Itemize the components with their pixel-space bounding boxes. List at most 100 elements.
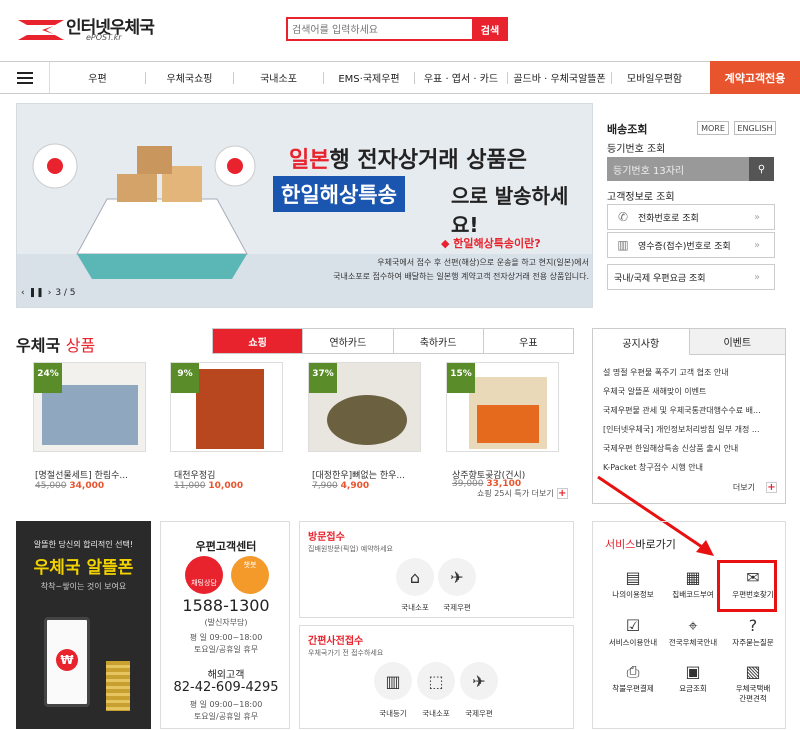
tracking-input[interactable]: 등기번호 13자리 (607, 157, 749, 181)
chevron-right-icon: » (754, 239, 761, 251)
discount-badge: 9% (171, 363, 199, 393)
won-icon: ₩ (56, 649, 78, 671)
box-icon[interactable]: ⬚ (417, 662, 455, 700)
tab-event[interactable]: 이벤트 (689, 329, 785, 355)
product-price: 45,000 34,000 (35, 481, 105, 491)
main-nav: 우편 우체국쇼핑 국내소포 EMS·국제우편 우표 · 엽서 · 카드 골드바 … (0, 61, 800, 94)
parcel-quote[interactable]: ▧ 우체국택배 간편견적 (723, 662, 783, 704)
parcel-icon: ▧ (745, 662, 761, 681)
coins-icon (106, 661, 130, 711)
chatbot-button[interactable]: 챗봇 (231, 556, 269, 594)
notice-item[interactable]: 국제우편 한일해상특송 신상품 출시 안내 (603, 443, 779, 462)
discount-badge: 37% (309, 363, 337, 393)
location-pin-icon: ⌖ (688, 616, 698, 635)
product-image[interactable]: 24% (33, 362, 146, 452)
customer-center: 우편고객센터 채팅상담 챗봇 1588-1300 (발신자부담) 평 일 09:… (160, 521, 290, 729)
product-image[interactable]: 15% (446, 362, 559, 452)
simple-preregister-panel: 간편사전접수 우체국가기 전 접수하세요 ▥ ⬚ ✈ 국내등기 국내소포 국제우… (299, 625, 574, 729)
epost-logo-icon[interactable] (16, 16, 66, 44)
nav-item-goldbar[interactable]: 골드바 · 우체국알뜰폰 (508, 62, 611, 93)
product-name[interactable]: [명절선물세트] 한림수... (35, 468, 147, 481)
banner-description: 우체국에서 접수 후 선편(해상)으로 운송을 하고 현지(일본)에서 국내소포로… (333, 258, 589, 281)
plus-icon: + (556, 487, 568, 499)
banner-highlight: 한일해상특송 (273, 176, 405, 212)
english-button[interactable]: ENGLISH (734, 121, 776, 135)
fee-lookup-button[interactable]: 국내/국제 우편요금 조회 » (607, 264, 775, 290)
notice-item[interactable]: 국제우편물 관세 및 우체국통관대행수수료 배... (603, 405, 779, 424)
search-box: 검색 (286, 17, 508, 41)
customer-info-label: 고객정보로 조회 (607, 192, 675, 203)
hamburger-menu-icon[interactable] (0, 62, 50, 93)
highlight-box (717, 560, 777, 612)
next-arrow-icon[interactable]: › (48, 288, 52, 298)
logo-subtitle: ePOST.kr (86, 33, 122, 42)
nav-item-stamps[interactable]: 우표 · 엽서 · 카드 (415, 62, 507, 93)
airplane-icon[interactable]: ✈ (438, 558, 476, 596)
product-image[interactable]: 9% (170, 362, 283, 452)
intl-phone: 82-42-609-4295 (173, 680, 279, 695)
calculator-icon: ▣ (685, 662, 701, 681)
nav-item-shopping[interactable]: 우체국쇼핑 (146, 62, 233, 93)
nav-contract-customers[interactable]: 계약고객전용 (710, 61, 800, 94)
checklist-icon: ☑ (625, 616, 641, 635)
question-icon: ? (748, 616, 758, 635)
tab-newyear-card[interactable]: 연하카드 (302, 329, 392, 353)
notice-item[interactable]: 우체국 알뜰폰 새해맞이 이벤트 (603, 386, 779, 405)
search-icon[interactable]: ⚲ (749, 157, 774, 181)
search-button[interactable]: 검색 (472, 17, 508, 41)
barcode-icon: ▥ (617, 238, 629, 252)
my-usage-info[interactable]: ▤ 나의이용정보 (603, 568, 663, 600)
product-name[interactable]: 대천우정김 (174, 468, 286, 481)
banner-headline: 일본행 전자상거래 상품은 (289, 148, 527, 173)
chat-consult-button[interactable]: 채팅상담 (185, 556, 223, 594)
main-banner[interactable]: 일본행 전자상거래 상품은 한일해상특송 으로 발송하세요! ◆ 한일해상특송이… (16, 103, 593, 308)
tab-stamps[interactable]: 우표 (482, 329, 573, 353)
more-button[interactable]: MORE (697, 121, 729, 135)
airplane-icon[interactable]: ✈ (460, 662, 498, 700)
barcode-card-icon: ▦ (685, 568, 701, 587)
cc-phone: 1588-1300 (182, 596, 270, 615)
nav-item-mail[interactable]: 우편 (50, 62, 145, 93)
domestic-parcel-icon[interactable]: ⌂ (396, 558, 434, 596)
notice-item[interactable]: [인터넷우체국] 개인정보처리방침 일부 개정 ... (603, 424, 779, 443)
prev-arrow-icon[interactable]: ‹ (21, 288, 25, 298)
altteul-phone-banner[interactable]: 알뜰한 당신의 합리적인 선택! 우체국 알뜰폰 착착~쌓이는 것이 보여요 ₩ (16, 521, 151, 729)
receipt-lookup-button[interactable]: ▥ 영수증(접수)번호로 조회 » (607, 232, 775, 258)
banner-subline: 으로 발송하세요! (451, 184, 569, 237)
tab-celebration-card[interactable]: 축하카드 (392, 329, 483, 353)
barcode-icon[interactable]: ▥ (374, 662, 412, 700)
visit-pickup-panel: 방문접수 집배원방문(픽업) 예약하세요 ⌂ ✈ 국내소포 국제우편 (299, 521, 574, 618)
nav-item-ems[interactable]: EMS·국제우편 (324, 62, 414, 93)
chevron-right-icon: » (754, 271, 761, 283)
service-guide[interactable]: ☑ 서비스이용안내 (603, 616, 663, 648)
tab-notice[interactable]: 공지사항 (593, 329, 690, 355)
service-shortcuts: 서비스바로가기 ▤ 나의이용정보 ▦ 집배코드부여 ✉ 우편번호찾기 ☑ 서비스이용안내… (592, 521, 786, 729)
cod-payment[interactable]: ⎙ 착불우편결제 (603, 662, 663, 694)
notice-more-link[interactable]: 더보기 + (733, 482, 777, 493)
nav-item-mobile-mailbox[interactable]: 모바일우편함 (612, 62, 697, 93)
fee-inquiry[interactable]: ▣ 요금조회 (663, 662, 723, 694)
product-image[interactable]: 37% (308, 362, 421, 452)
search-input[interactable] (292, 22, 472, 38)
tab-shopping[interactable]: 쇼핑 (213, 329, 303, 353)
visit-title: 방문접수 (308, 532, 345, 543)
pause-icon[interactable]: ❚❚ (29, 288, 44, 298)
product-price: 7,900 4,900 (312, 481, 370, 491)
reg-number-label: 등기번호 조회 (607, 144, 666, 155)
document-icon: ▤ (625, 568, 641, 587)
product-tabs: 쇼핑 연하카드 축하카드 우표 (212, 328, 574, 354)
product-name[interactable]: [대정한우]뼈없는 한우... (312, 468, 424, 481)
nav-item-parcel[interactable]: 국내소포 (234, 62, 323, 93)
notice-item[interactable]: 설 명절 우편물 폭주기 고객 협조 안내 (603, 367, 779, 386)
product-price: 11,000 10,000 (174, 481, 244, 491)
banner-question[interactable]: ◆ 한일해상특송이란? (441, 235, 541, 251)
faq[interactable]: ? 자주묻는질문 (723, 616, 783, 648)
discount-badge: 15% (447, 363, 475, 393)
cc-title: 우편고객센터 (195, 540, 257, 553)
phone-lookup-button[interactable]: ✆ 전화번호로 조회 » (607, 204, 775, 230)
products-title: 우체국 상품 (16, 336, 96, 355)
delivery-code[interactable]: ▦ 집배코드부여 (663, 568, 723, 600)
delivery-title: 배송조회 (607, 123, 648, 136)
post-office-guide[interactable]: ⌖ 전국우체국안내 (663, 616, 723, 648)
shopping-more-link[interactable]: 쇼핑 25시 특가 더보기 + (477, 488, 568, 499)
